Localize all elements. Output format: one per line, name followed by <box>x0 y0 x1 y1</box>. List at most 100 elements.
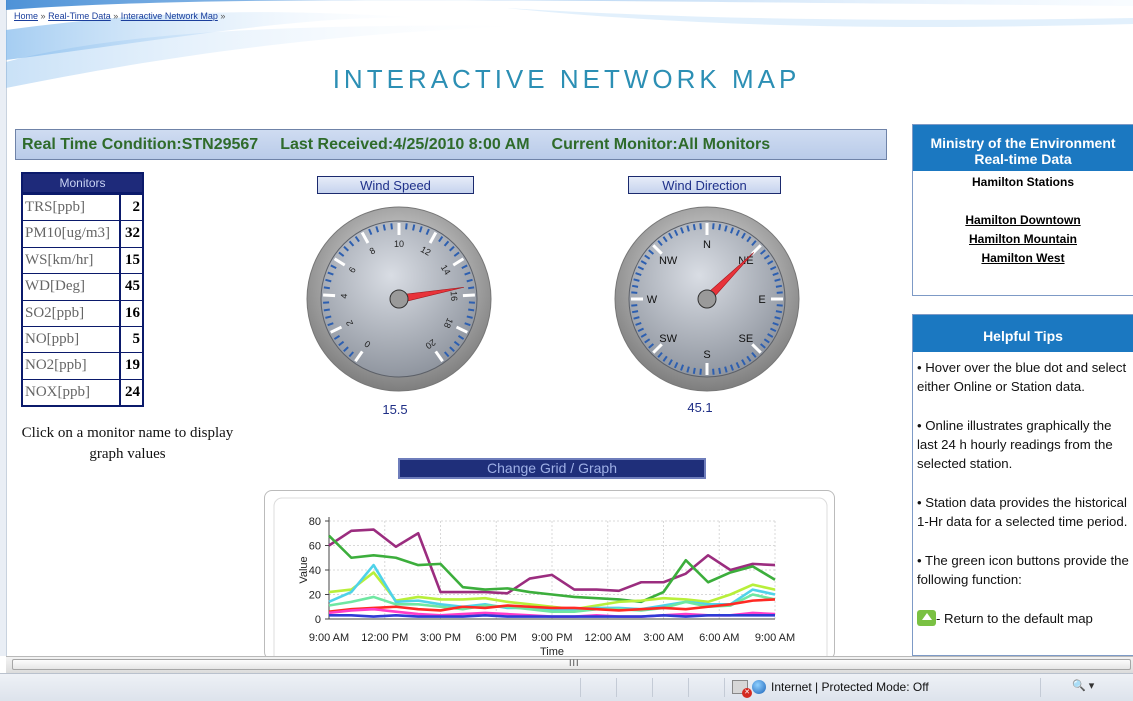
gauge-hub <box>698 290 716 308</box>
breadcrumb: Home » Real-Time Data » Interactive Netw… <box>14 11 225 21</box>
x-tick-label: 6:00 PM <box>476 632 517 644</box>
wind-direction-value: 45.1 <box>670 400 730 415</box>
minor-tick <box>713 223 714 229</box>
x-tick-label: 9:00 AM <box>309 632 349 644</box>
line-chart: 9:00 AM12:00 PM3:00 PM6:00 PM9:00 PM12:0… <box>265 491 835 660</box>
monitor-name[interactable]: NO2[ppb] <box>23 353 121 378</box>
status-divider <box>1040 678 1041 697</box>
status-divider <box>652 678 653 697</box>
monitor-value: 32 <box>121 221 142 246</box>
y-tick-label: 20 <box>309 590 321 602</box>
y-tick-label: 40 <box>309 565 321 577</box>
security-zone[interactable]: Internet | Protected Mode: Off <box>732 680 929 694</box>
x-tick-label: 3:00 PM <box>420 632 461 644</box>
minor-tick <box>694 368 695 374</box>
x-tick-label: 9:00 AM <box>755 632 795 644</box>
monitor-value: 5 <box>121 327 142 352</box>
monitor-name[interactable]: NOX[ppb] <box>23 380 121 405</box>
browser-status-bar: Internet | Protected Mode: Off 🔍 ▾ <box>0 673 1133 701</box>
tip-item: • Station data provides the historical 1… <box>917 493 1129 531</box>
minor-tick <box>384 225 385 231</box>
monitor-name[interactable]: SO2[ppb] <box>23 301 121 326</box>
breadcrumb-separator: » <box>41 11 46 21</box>
x-tick-label: 12:00 AM <box>585 632 631 644</box>
minor-tick <box>632 311 638 312</box>
monitor-name[interactable]: TRS[ppb] <box>23 195 121 220</box>
cardinal-label: N <box>703 239 711 251</box>
monitor-row-nox[interactable]: NOX[ppb]24 <box>23 379 142 405</box>
monitors-table: Monitors TRS[ppb]2 PM10[ug/m3]32 WS[km/h… <box>21 172 144 407</box>
minor-tick <box>777 292 783 293</box>
minor-tick <box>719 224 720 230</box>
wind-speed-label: Wind Speed <box>317 176 474 194</box>
station-link-downtown[interactable]: Hamilton Downtown <box>913 211 1133 230</box>
real-time-condition: Real Time Condition:STN29567 <box>22 136 258 154</box>
monitor-row-trs[interactable]: TRS[ppb]2 <box>23 194 142 220</box>
breadcrumb-real-time-data-link[interactable]: Real-Time Data <box>48 11 111 21</box>
monitor-name[interactable]: NO[ppb] <box>23 327 121 352</box>
monitor-row-wd[interactable]: WD[Deg]45 <box>23 273 142 299</box>
monitor-name[interactable]: WD[Deg] <box>23 274 121 299</box>
major-tick <box>323 295 335 296</box>
series-line <box>329 615 775 616</box>
wind-direction-label: Wind Direction <box>628 176 781 194</box>
monitor-value: 45 <box>121 274 142 299</box>
ministry-panel: Ministry of the Environment Real-time Da… <box>912 124 1133 296</box>
cardinal-label: NW <box>659 255 678 267</box>
home-map-icon[interactable] <box>917 610 936 626</box>
monitor-row-ws[interactable]: WS[km/hr]15 <box>23 247 142 273</box>
station-link-mountain[interactable]: Hamilton Mountain <box>913 230 1133 249</box>
cardinal-label: S <box>703 349 710 361</box>
wind-direction-gauge: NNEESESSWWNW <box>613 205 801 393</box>
tip-item: • The green icon buttons provide the fol… <box>917 551 1129 589</box>
minor-tick <box>632 286 638 287</box>
monitor-name[interactable]: WS[km/hr] <box>23 248 121 273</box>
current-monitor: Current Monitor:All Monitors <box>552 136 771 154</box>
minor-tick <box>324 287 330 288</box>
monitor-row-no2[interactable]: NO2[ppb]19 <box>23 352 142 378</box>
monitor-row-so2[interactable]: SO2[ppb]16 <box>23 300 142 326</box>
tip-item: • Hover over the blue dot and select eit… <box>917 358 1129 396</box>
minor-tick <box>713 369 714 375</box>
tick-label: 4 <box>339 293 349 299</box>
change-grid-graph-button[interactable]: Change Grid / Graph <box>398 458 706 479</box>
minor-tick <box>776 311 782 312</box>
monitor-value: 15 <box>121 248 142 273</box>
monitor-row-pm10[interactable]: PM10[ug/m3]32 <box>23 220 142 246</box>
minor-tick <box>719 368 720 374</box>
minor-tick <box>324 309 330 310</box>
minor-tick <box>777 305 783 306</box>
x-tick-label: 12:00 PM <box>361 632 408 644</box>
minor-tick <box>468 287 474 288</box>
wind-speed-gauge: 02468101214161820 <box>305 205 493 393</box>
monitor-value: 19 <box>121 353 142 378</box>
minor-tick <box>468 309 474 310</box>
minor-tick <box>694 224 695 230</box>
zoom-icon[interactable]: 🔍 ▾ <box>1072 679 1094 692</box>
zone-text: Internet | Protected Mode: Off <box>771 680 929 694</box>
x-tick-label: 6:00 AM <box>699 632 739 644</box>
horizontal-scrollbar[interactable]: III <box>6 656 1133 673</box>
scrollbar-grip-icon: III <box>569 658 580 668</box>
scrollbar-thumb[interactable]: III <box>12 659 1131 670</box>
popup-blocked-icon[interactable] <box>732 680 748 694</box>
tips-body: • Hover over the blue dot and select eit… <box>913 352 1133 628</box>
major-tick <box>463 295 475 296</box>
monitor-value: 24 <box>121 380 142 405</box>
page-title: INTERACTIVE NETWORK MAP <box>0 64 1133 95</box>
monitor-row-no[interactable]: NO[ppb]5 <box>23 326 142 352</box>
station-link-west[interactable]: Hamilton West <box>913 249 1133 268</box>
minor-tick <box>391 223 392 229</box>
breadcrumb-home-link[interactable]: Home <box>14 11 38 21</box>
y-axis-label: Value <box>298 556 310 583</box>
minor-tick <box>700 223 701 229</box>
ministry-title: Ministry of the Environment Real-time Da… <box>913 125 1133 171</box>
tip-icon-text: - Return to the default map <box>936 611 1093 626</box>
status-divider <box>688 678 689 697</box>
minor-tick <box>776 286 782 287</box>
breadcrumb-network-map-link[interactable]: Interactive Network Map <box>121 11 218 21</box>
monitor-name[interactable]: PM10[ug/m3] <box>23 221 121 246</box>
minor-tick <box>413 225 414 231</box>
status-divider <box>724 678 725 697</box>
station-links: Hamilton Downtown Hamilton Mountain Hami… <box>913 211 1133 268</box>
